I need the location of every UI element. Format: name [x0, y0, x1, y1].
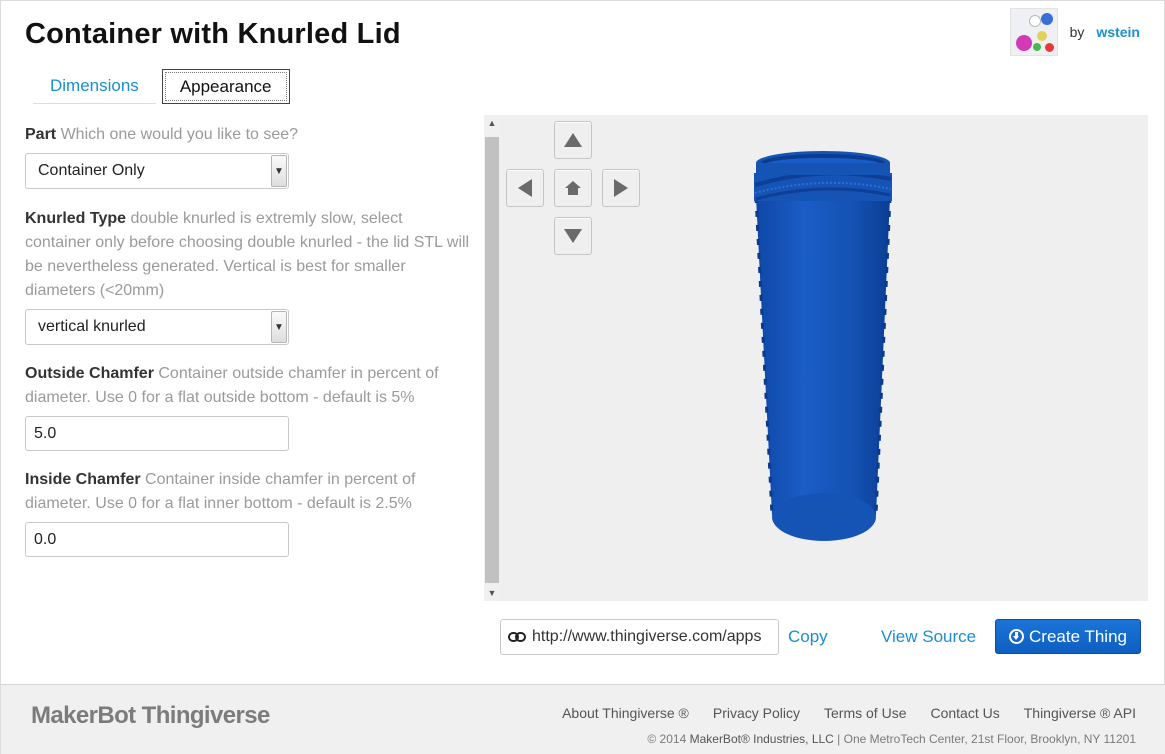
- container-model[interactable]: [500, 115, 1148, 601]
- outside-chamfer-input[interactable]: 5.0: [25, 416, 289, 451]
- param-label: Inside Chamfer: [25, 471, 141, 488]
- param-knurled-type: Knurled Type double knurled is extremly …: [25, 207, 470, 345]
- makerbot-thingiverse-logo[interactable]: MakerBot Thingiverse: [31, 702, 270, 730]
- param-label: Part: [25, 126, 57, 143]
- scrollbar-thumb[interactable]: [485, 137, 499, 583]
- tab-bar: Dimensions Appearance: [33, 69, 290, 104]
- create-thing-button[interactable]: Create Thing: [995, 619, 1141, 654]
- footer-link-api[interactable]: Thingiverse ® API: [1024, 705, 1136, 721]
- author-thumbnail[interactable]: [1009, 8, 1058, 56]
- param-part: Part Which one would you like to see? Co…: [25, 123, 470, 189]
- tab-appearance[interactable]: Appearance: [161, 69, 290, 104]
- share-url-field[interactable]: http://www.thingiverse.com/apps: [500, 619, 779, 655]
- footer-link-about[interactable]: About Thingiverse ®: [562, 705, 689, 721]
- copy-link[interactable]: Copy: [788, 627, 828, 647]
- scroll-down-icon[interactable]: ▼: [484, 585, 500, 601]
- chevron-down-icon[interactable]: ▼: [271, 155, 287, 187]
- footer-links: About Thingiverse ® Privacy Policy Terms…: [562, 705, 1136, 721]
- share-url-value: http://www.thingiverse.com/apps: [532, 628, 762, 645]
- customizer-page: Container with Knurled Lid by wstein Dim…: [0, 0, 1165, 754]
- part-select[interactable]: Container Only ▼: [25, 153, 289, 189]
- parameter-panel: Part Which one would you like to see? Co…: [25, 123, 470, 575]
- author-block: by wstein: [1009, 8, 1140, 56]
- viewer-scrollbar[interactable]: ▲ ▼: [484, 115, 500, 601]
- tab-dimensions[interactable]: Dimensions: [33, 69, 156, 104]
- create-thing-label: Create Thing: [1029, 626, 1127, 646]
- param-outside-chamfer: Outside Chamfer Container outside chamfe…: [25, 362, 470, 451]
- param-label: Outside Chamfer: [25, 365, 154, 382]
- select-value: vertical knurled: [38, 318, 146, 335]
- scroll-up-icon[interactable]: ▲: [484, 115, 500, 131]
- param-label: Knurled Type: [25, 210, 127, 227]
- author-by-label: by: [1069, 24, 1085, 40]
- author-link[interactable]: wstein: [1096, 24, 1140, 40]
- copyright-text: © 2014 MakerBot® Industries, LLC | One M…: [647, 732, 1136, 746]
- select-value: Container Only: [38, 162, 145, 179]
- view-source-link[interactable]: View Source: [881, 627, 976, 647]
- footer-link-privacy[interactable]: Privacy Policy: [713, 705, 800, 721]
- model-viewer[interactable]: [500, 115, 1148, 601]
- page-title: Container with Knurled Lid: [25, 18, 401, 50]
- footer-link-terms[interactable]: Terms of Use: [824, 705, 906, 721]
- site-footer: MakerBot Thingiverse About Thingiverse ®…: [1, 684, 1165, 754]
- download-icon: [1009, 629, 1025, 644]
- link-icon: [508, 632, 526, 642]
- knurled-type-select[interactable]: vertical knurled ▼: [25, 309, 289, 345]
- param-inside-chamfer: Inside Chamfer Container inside chamfer …: [25, 468, 470, 557]
- param-description: Which one would you like to see?: [60, 126, 299, 143]
- chevron-down-icon[interactable]: ▼: [271, 311, 287, 343]
- inside-chamfer-input[interactable]: 0.0: [25, 522, 289, 557]
- footer-link-contact[interactable]: Contact Us: [930, 705, 999, 721]
